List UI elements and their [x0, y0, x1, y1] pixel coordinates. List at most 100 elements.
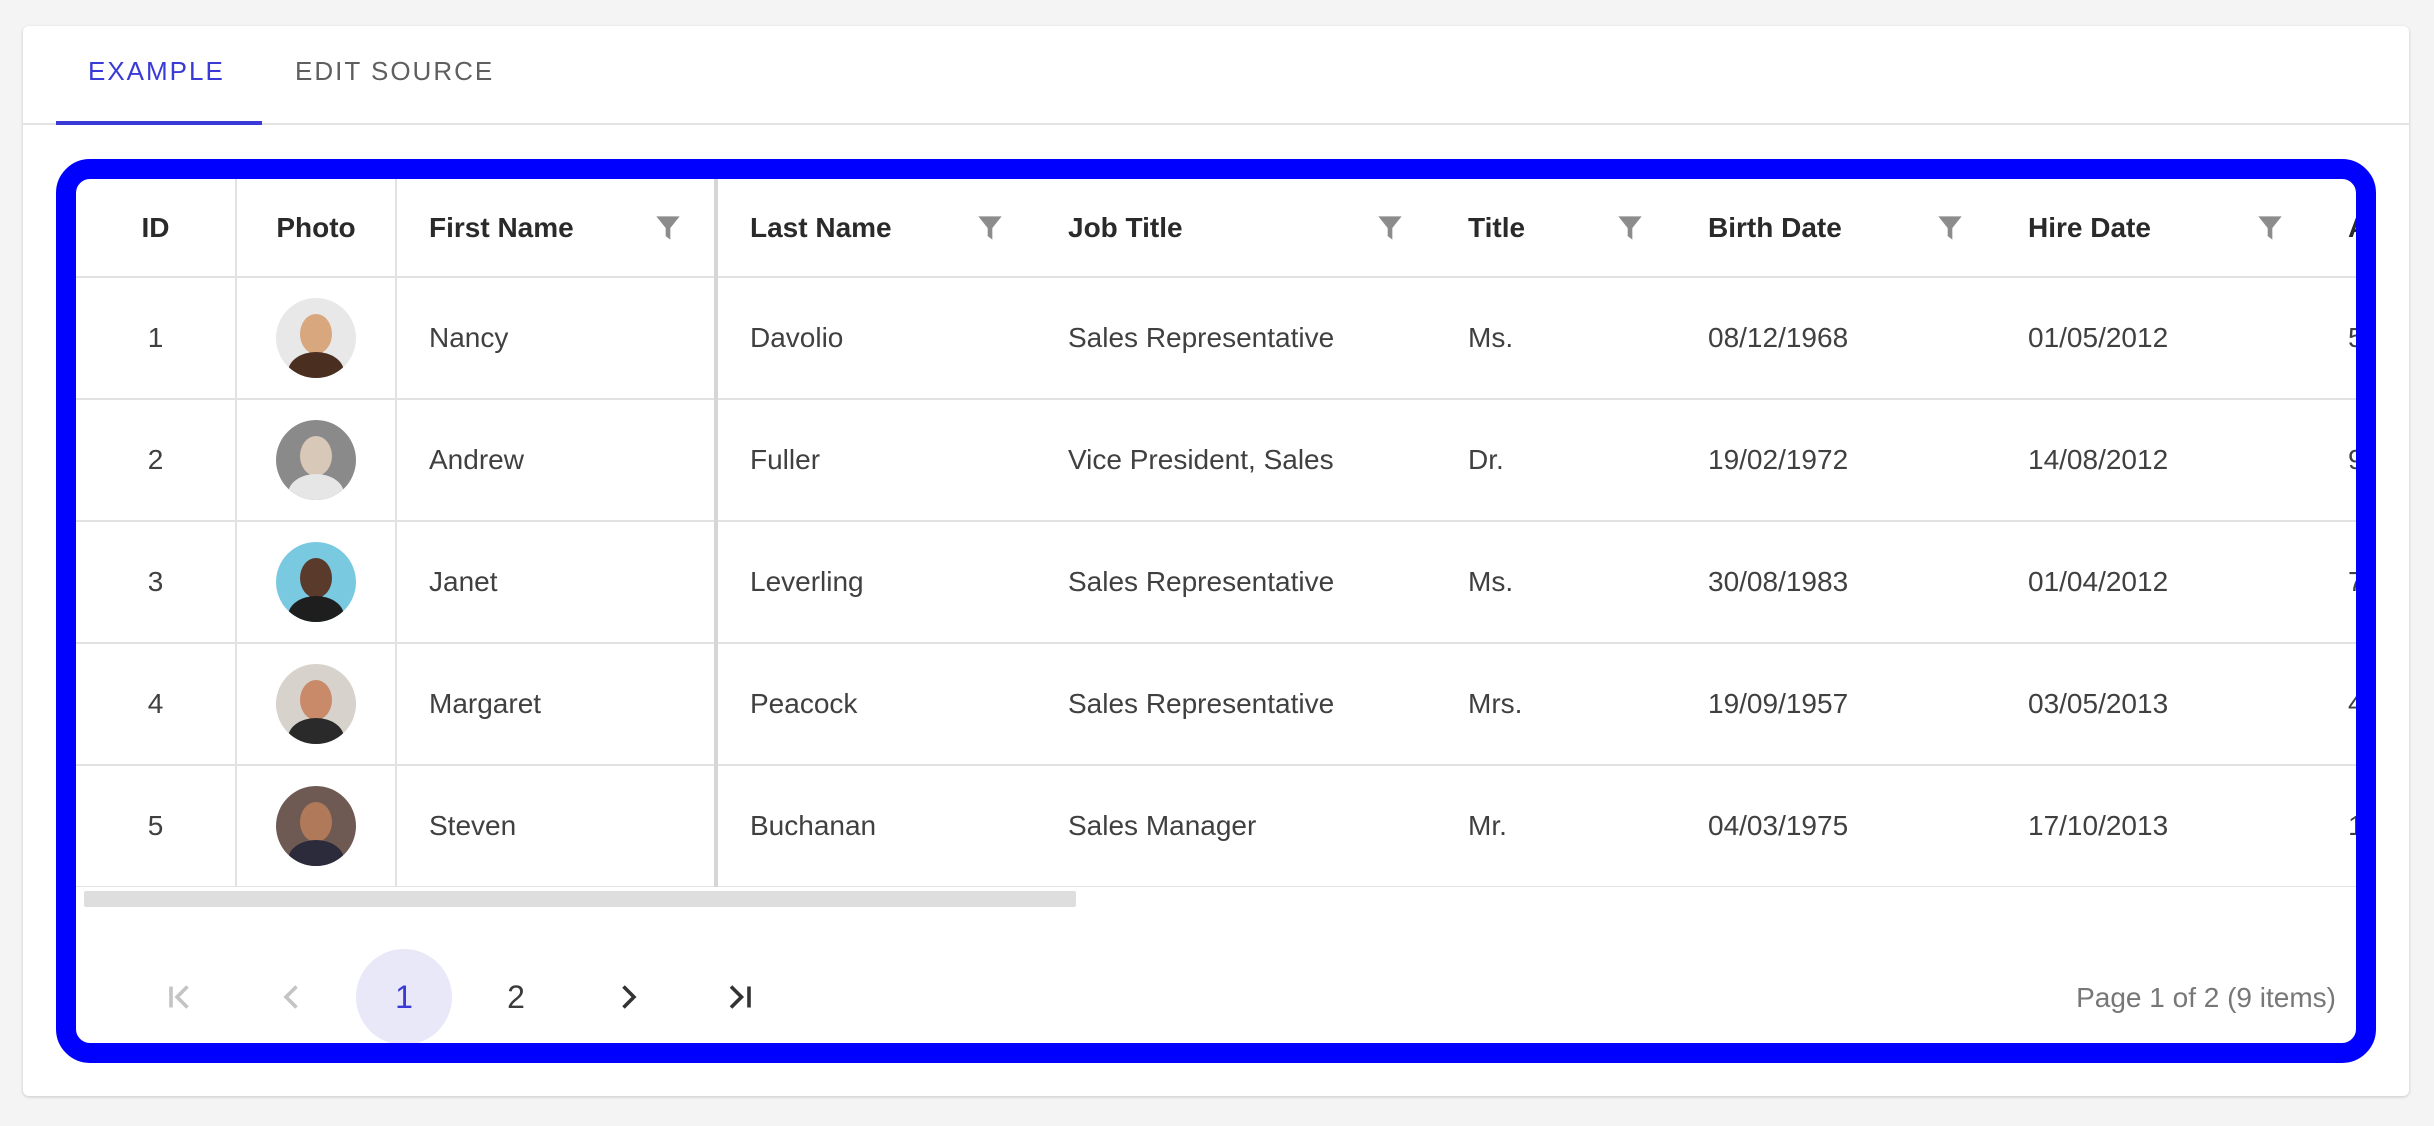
cell-job-title: Sales Representative [1036, 643, 1436, 766]
cell-job-title: Sales Manager [1036, 765, 1436, 887]
column-header-job-title[interactable]: Job Title [1036, 179, 1436, 278]
cell-job-title: Sales Representative [1036, 277, 1436, 400]
active-tab-indicator [56, 121, 262, 125]
cell-last-name: Davolio [714, 277, 1036, 400]
table-row[interactable]: 3 Janet Leverling Sales Representative M… [76, 521, 2356, 644]
cell-title: Dr. [1436, 399, 1676, 522]
cell-title: Mr. [1436, 765, 1676, 887]
cell-last-name: Leverling [714, 521, 1036, 644]
header-label: First Name [429, 211, 574, 243]
cell-hire-date: 01/05/2012 [1996, 277, 2316, 400]
cell-first-name: Steven [395, 765, 716, 887]
column-header-id[interactable]: ID [76, 179, 236, 278]
pager: 1 2 Page 1 of 2 (9 items) [76, 911, 2356, 1043]
cell-job-title: Sales Representative [1036, 521, 1436, 644]
next-page-icon [622, 985, 637, 1009]
header-label: Birth Date [1708, 211, 1842, 243]
header-label: ID [141, 211, 170, 243]
last-page-button[interactable] [692, 949, 788, 1043]
cell-last-name: Fuller [714, 399, 1036, 522]
header-label: A [2348, 211, 2369, 243]
cell-first-name: Andrew [395, 399, 716, 522]
table-row[interactable]: 5 Steven Buchanan Sales Manager Mr. 04/0… [76, 765, 2356, 887]
page-info: Page 1 of 2 (9 items) [2076, 982, 2336, 1013]
prev-page-icon [283, 985, 298, 1009]
page-button-2[interactable]: 2 [468, 949, 564, 1043]
table-row[interactable]: 1 Nancy Davolio Sales Representative Ms.… [76, 277, 2356, 400]
avatar-steven [276, 786, 356, 866]
cell-id: 4 [76, 643, 236, 766]
cell-hire-date: 03/05/2013 [1996, 643, 2316, 766]
cell-photo [235, 277, 396, 400]
cell-birth-date: 19/09/1957 [1676, 643, 1996, 766]
cell-photo [235, 399, 396, 522]
avatar-margaret [276, 664, 356, 744]
cell-title: Ms. [1436, 277, 1676, 400]
cell-first-name: Margaret [395, 643, 716, 766]
cell-last-name: Peacock [714, 643, 1036, 766]
cell-last-name: Buchanan [714, 765, 1036, 887]
cell-hire-date: 14/08/2012 [1996, 399, 2316, 522]
cell-id: 5 [76, 765, 236, 887]
cell-partial: 5 [2316, 277, 2356, 400]
cell-partial: 1 [2316, 765, 2356, 887]
cell-hire-date: 17/10/2013 [1996, 765, 2316, 887]
last-page-icon [729, 985, 751, 1009]
filter-icon[interactable] [1376, 214, 1404, 242]
cell-id: 1 [76, 277, 236, 400]
grid-container: ID Photo First Name Last Name Job Title … [56, 159, 2376, 1063]
column-header-hire-date[interactable]: Hire Date [1996, 179, 2316, 278]
column-header-birth-date[interactable]: Birth Date [1676, 179, 1996, 278]
cell-first-name: Nancy [395, 277, 716, 400]
first-page-button[interactable] [132, 949, 228, 1043]
first-page-icon [169, 985, 189, 1009]
cell-photo [235, 643, 396, 766]
filter-icon[interactable] [2256, 214, 2284, 242]
avatar-janet [276, 542, 356, 622]
data-grid: ID Photo First Name Last Name Job Title … [76, 179, 2369, 887]
cell-job-title: Vice President, Sales [1036, 399, 1436, 522]
cell-photo [235, 765, 396, 887]
header-label: Job Title [1068, 211, 1183, 243]
header-label: Photo [276, 211, 356, 243]
cell-first-name: Janet [395, 521, 716, 644]
filter-icon[interactable] [1936, 214, 1964, 242]
filter-icon[interactable] [1616, 214, 1644, 242]
cell-hire-date: 01/04/2012 [1996, 521, 2316, 644]
horizontal-scrollbar[interactable] [84, 891, 1076, 907]
column-header-first-name[interactable]: First Name [395, 179, 716, 278]
cell-birth-date: 30/08/1983 [1676, 521, 1996, 644]
cell-title: Ms. [1436, 521, 1676, 644]
filter-icon[interactable] [654, 214, 682, 242]
header-label: Hire Date [2028, 211, 2151, 243]
avatar-andrew [276, 420, 356, 500]
prev-page-button[interactable] [244, 949, 340, 1043]
column-header-title[interactable]: Title [1436, 179, 1676, 278]
cell-title: Mrs. [1436, 643, 1676, 766]
column-header-photo[interactable]: Photo [235, 179, 396, 278]
cell-partial: 7 [2316, 521, 2356, 644]
next-page-button[interactable] [580, 949, 676, 1043]
table-row[interactable]: 2 Andrew Fuller Vice President, Sales Dr… [76, 399, 2356, 522]
tab-bar: EXAMPLE EDIT SOURCE [23, 26, 2409, 125]
cell-partial: 4 [2316, 643, 2356, 766]
header-label: Last Name [750, 211, 892, 243]
tab-example[interactable]: EXAMPLE [88, 56, 225, 87]
page-button-1[interactable]: 1 [356, 949, 452, 1043]
cell-id: 2 [76, 399, 236, 522]
header-label: Title [1468, 211, 1526, 243]
avatar-nancy [276, 298, 356, 378]
header-row: ID Photo First Name Last Name Job Title … [76, 179, 2369, 278]
filter-icon[interactable] [976, 214, 1004, 242]
cell-partial: 9 [2316, 399, 2356, 522]
tab-edit-source[interactable]: EDIT SOURCE [295, 56, 494, 87]
column-header-partial[interactable]: A [2316, 179, 2369, 278]
cell-id: 3 [76, 521, 236, 644]
cell-birth-date: 08/12/1968 [1676, 277, 1996, 400]
table-row[interactable]: 4 Margaret Peacock Sales Representative … [76, 643, 2356, 766]
demo-card: EXAMPLE EDIT SOURCE ID Photo First Name … [23, 26, 2409, 1096]
cell-birth-date: 04/03/1975 [1676, 765, 1996, 887]
cell-birth-date: 19/02/1972 [1676, 399, 1996, 522]
column-header-last-name[interactable]: Last Name [714, 179, 1036, 278]
cell-photo [235, 521, 396, 644]
